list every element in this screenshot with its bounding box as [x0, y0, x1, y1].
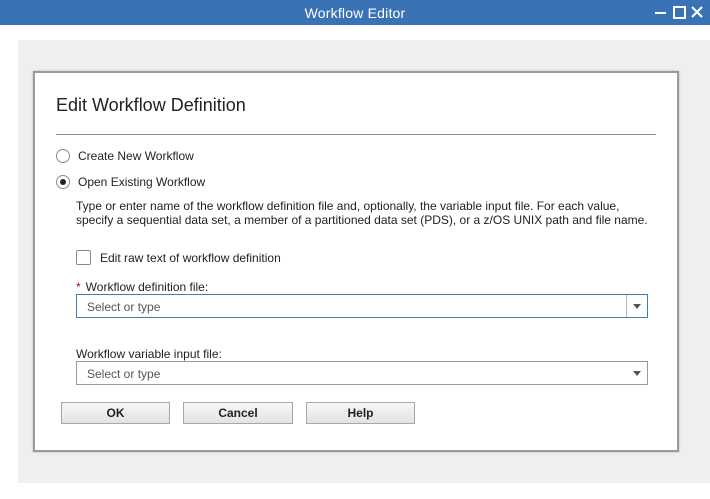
create-new-workflow-option[interactable]: Create New Workflow [56, 149, 194, 163]
definition-file-dropdown-button[interactable] [626, 295, 647, 317]
help-button[interactable]: Help [306, 402, 415, 424]
definition-file-label-row: * Workflow definition file: [76, 280, 208, 294]
window-controls [654, 3, 704, 21]
definition-file-input[interactable]: Select or type [87, 300, 160, 314]
variable-file-combobox[interactable]: Select or type [76, 361, 648, 385]
instructions-text: Type or enter name of the workflow defin… [76, 199, 648, 227]
edit-workflow-dialog: Edit Workflow Definition Create New Work… [33, 71, 679, 452]
variable-file-label: Workflow variable input file: [76, 347, 222, 361]
title-divider [56, 134, 656, 135]
ok-button[interactable]: OK [61, 402, 170, 424]
edit-raw-text-label: Edit raw text of workflow definition [100, 250, 281, 265]
close-button[interactable] [690, 3, 704, 21]
title-bar: Workflow Editor [0, 0, 710, 25]
open-existing-radio[interactable] [56, 175, 70, 189]
definition-file-label: Workflow definition file: [85, 280, 209, 294]
window-title: Workflow Editor [304, 5, 406, 21]
edit-raw-text-checkbox[interactable] [76, 250, 91, 265]
open-existing-workflow-option[interactable]: Open Existing Workflow [56, 175, 205, 189]
edit-raw-text-option[interactable]: Edit raw text of workflow definition [76, 250, 281, 265]
minimize-button[interactable] [654, 3, 668, 21]
close-icon [691, 6, 703, 18]
create-new-label: Create New Workflow [78, 149, 194, 163]
maximize-icon [673, 6, 686, 19]
chevron-down-icon[interactable] [633, 371, 641, 376]
open-existing-label: Open Existing Workflow [78, 175, 206, 189]
required-marker: * [76, 280, 81, 294]
create-new-radio[interactable] [56, 149, 70, 163]
cancel-button[interactable]: Cancel [183, 402, 293, 424]
dialog-title: Edit Workflow Definition [56, 95, 246, 115]
definition-file-combobox[interactable]: Select or type [76, 294, 648, 318]
maximize-button[interactable] [672, 3, 686, 21]
variable-file-input[interactable]: Select or type [87, 367, 160, 381]
chevron-down-icon [633, 304, 641, 309]
workflow-editor-window: Workflow Editor Edit Workflow Definition… [0, 0, 710, 499]
minimize-icon [655, 12, 666, 14]
